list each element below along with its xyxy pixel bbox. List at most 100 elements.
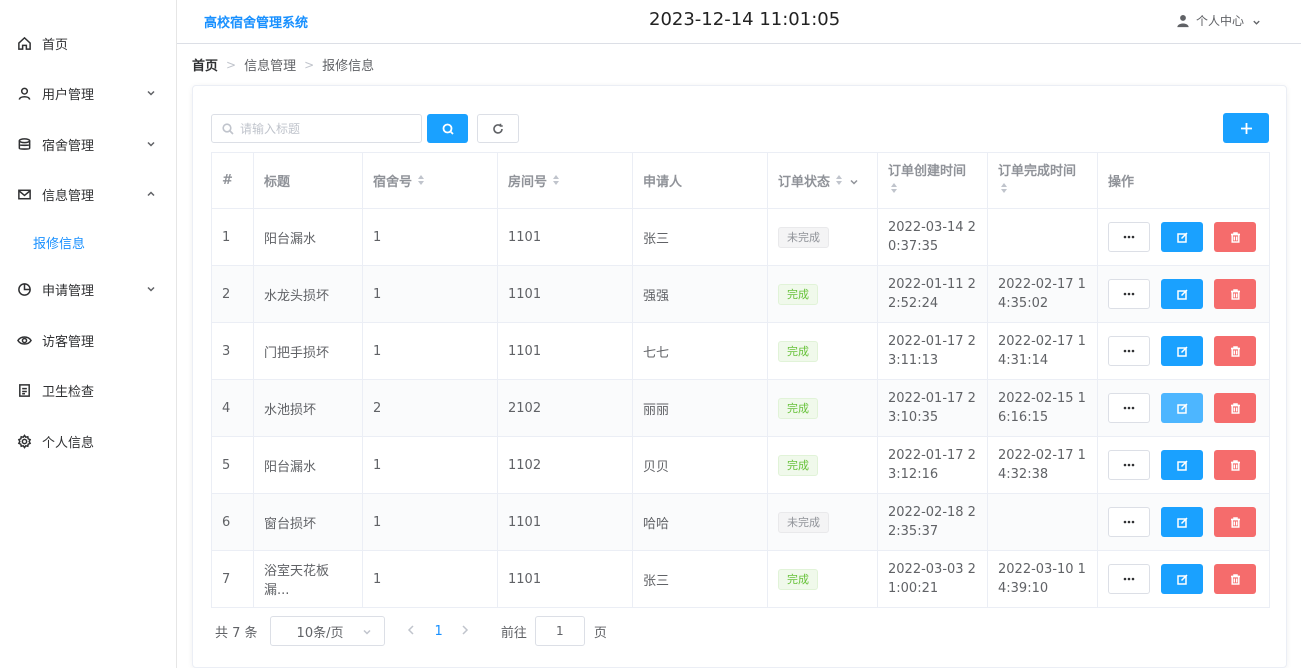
- chevron-up-icon: [146, 188, 156, 198]
- cell-index: 5: [211, 436, 254, 494]
- page-size-select[interactable]: 10条/页: [269, 616, 385, 646]
- delete-button[interactable]: [1214, 222, 1256, 252]
- chevron-down-icon: [1252, 16, 1261, 25]
- more-button[interactable]: [1108, 564, 1150, 594]
- chevron-down-icon: [362, 626, 372, 641]
- user-menu-label: 个人中心: [1195, 14, 1244, 28]
- cell-status: 完成: [767, 550, 878, 608]
- sidebar-item-visitor-management[interactable]: 访客管理: [0, 315, 176, 365]
- table-row[interactable]: 6 窗台损坏 1 1101 哈哈 未完成 2022-02-18 22:35:37: [211, 493, 1270, 551]
- refresh-icon: [493, 123, 503, 134]
- more-button[interactable]: [1108, 507, 1150, 537]
- chevron-right-icon: [462, 624, 468, 635]
- delete-button[interactable]: [1214, 336, 1256, 366]
- home-icon: [16, 35, 32, 51]
- filter-chevron-icon[interactable]: [843, 175, 859, 190]
- table-body: 1 阳台漏水 1 1101 张三 未完成 2022-03-14 20:37:35 2 水龙头损坏…: [211, 208, 1270, 608]
- table-row[interactable]: 2 水龙头损坏 1 1101 强强 完成 2022-01-11 22:52:24 2022-0…: [211, 265, 1270, 323]
- more-button[interactable]: [1108, 336, 1150, 366]
- table-row[interactable]: 7 浴室天花板漏... 1 1101 张三 完成 2022-03-03 21:00:21 20…: [211, 550, 1270, 608]
- sidebar-item-application-management[interactable]: 申请管理: [0, 264, 176, 314]
- repair-table: # 标题 宿舍号 房间号 申请人 订单状态 订单创建时间 订单完成时间 操作 1…: [211, 152, 1270, 608]
- more-button[interactable]: [1108, 393, 1150, 423]
- mail-icon: [16, 186, 32, 202]
- sort-icon[interactable]: [417, 174, 425, 190]
- sidebar-subitem-repair-info[interactable]: 报修信息: [0, 224, 176, 260]
- edit-button[interactable]: [1161, 393, 1203, 423]
- edit-button[interactable]: [1161, 222, 1203, 252]
- status-badge: 未完成: [778, 511, 829, 533]
- cell-applicant: 张三: [632, 208, 768, 266]
- sidebar-item-hygiene-check[interactable]: 卫生检查: [0, 365, 176, 415]
- cell-room: 1101: [497, 208, 633, 266]
- settings-icon: [16, 433, 32, 449]
- delete-button[interactable]: [1214, 507, 1256, 537]
- page-number-current[interactable]: 1: [435, 624, 443, 639]
- column-header-label: 订单完成时间: [998, 163, 1077, 179]
- cell-actions: [1097, 322, 1270, 380]
- table-row[interactable]: 5 阳台漏水 1 1102 贝贝 完成 2022-01-17 23:12:16 2022-02…: [211, 436, 1270, 494]
- column-header-created[interactable]: 订单创建时间: [877, 152, 988, 209]
- breadcrumb-repair-info: 报修信息: [322, 59, 375, 74]
- column-header-room[interactable]: 房间号: [497, 152, 633, 209]
- user-icon: [16, 85, 32, 101]
- delete-button[interactable]: [1214, 450, 1256, 480]
- sidebar-item-label: 个人信息: [42, 435, 95, 451]
- cell-index: 7: [211, 550, 254, 608]
- cell-applicant: 哈哈: [632, 493, 768, 551]
- sidebar-item-label: 宿舍管理: [42, 138, 95, 154]
- edit-button[interactable]: [1161, 450, 1203, 480]
- sidebar-item-home[interactable]: 首页: [0, 18, 176, 68]
- more-button[interactable]: [1108, 279, 1150, 309]
- search-field[interactable]: [211, 114, 422, 143]
- cell-status: 完成: [767, 379, 878, 437]
- cell-finished: 2022-02-17 14:31:14: [987, 322, 1098, 380]
- edit-button[interactable]: [1161, 336, 1203, 366]
- edit-button[interactable]: [1161, 564, 1203, 594]
- column-header-building[interactable]: 宿舍号: [362, 152, 498, 209]
- goto-unit: 页: [593, 625, 607, 641]
- table-row[interactable]: 3 门把手损坏 1 1101 七七 完成 2022-01-17 23:11:13 2022-0…: [211, 322, 1270, 380]
- user-menu[interactable]: 个人中心: [1176, 12, 1261, 29]
- cell-room: 1101: [497, 550, 633, 608]
- sidebar-item-dorm-management[interactable]: 宿舍管理: [0, 119, 176, 169]
- sort-icon[interactable]: [890, 181, 898, 200]
- eye-icon: [16, 332, 32, 348]
- breadcrumb-home[interactable]: 首页: [192, 55, 218, 74]
- column-header-status[interactable]: 订单状态: [767, 152, 878, 209]
- chevron-down-icon: [146, 87, 156, 97]
- sidebar-item-user-management[interactable]: 用户管理: [0, 68, 176, 118]
- sidebar-subitem-label: 报修信息: [33, 236, 86, 252]
- sidebar-item-personal-info[interactable]: 个人信息: [0, 416, 176, 466]
- top-bar: 高校宿舍管理系统 2023-12-14 11:01:05 个人中心: [177, 0, 1301, 44]
- cell-room: 1102: [497, 436, 633, 494]
- column-header-finished[interactable]: 订单完成时间: [987, 152, 1098, 209]
- status-badge: 未完成: [778, 226, 829, 248]
- delete-button[interactable]: [1214, 393, 1256, 423]
- sort-icon[interactable]: [1000, 181, 1008, 200]
- sort-icon[interactable]: [835, 174, 843, 190]
- more-button[interactable]: [1108, 222, 1150, 252]
- sidebar-item-label: 访客管理: [42, 334, 95, 350]
- next-page-button[interactable]: [461, 624, 471, 639]
- sort-icon[interactable]: [552, 174, 560, 190]
- table-header-row: # 标题 宿舍号 房间号 申请人 订单状态 订单创建时间 订单完成时间 操作: [211, 152, 1270, 209]
- prev-page-button[interactable]: [407, 624, 417, 639]
- reset-button[interactable]: [477, 114, 519, 143]
- cell-finished: [987, 208, 1098, 266]
- add-button[interactable]: [1223, 113, 1269, 143]
- search-button[interactable]: [427, 114, 468, 143]
- edit-button[interactable]: [1161, 279, 1203, 309]
- table-row[interactable]: 4 水池损坏 2 2102 丽丽 完成 2022-01-17 23:10:35 2022-02…: [211, 379, 1270, 437]
- column-header-title: 标题: [253, 152, 363, 209]
- goto-page-input[interactable]: [534, 616, 585, 646]
- table-row[interactable]: 1 阳台漏水 1 1101 张三 未完成 2022-03-14 20:37:35: [211, 208, 1270, 266]
- search-input[interactable]: [240, 121, 410, 136]
- delete-button[interactable]: [1214, 564, 1256, 594]
- edit-button[interactable]: [1161, 507, 1203, 537]
- more-button[interactable]: [1108, 450, 1150, 480]
- sidebar-item-info-management[interactable]: 信息管理: [0, 169, 176, 219]
- cell-status: 完成: [767, 436, 878, 494]
- cell-actions: [1097, 208, 1270, 266]
- delete-button[interactable]: [1214, 279, 1256, 309]
